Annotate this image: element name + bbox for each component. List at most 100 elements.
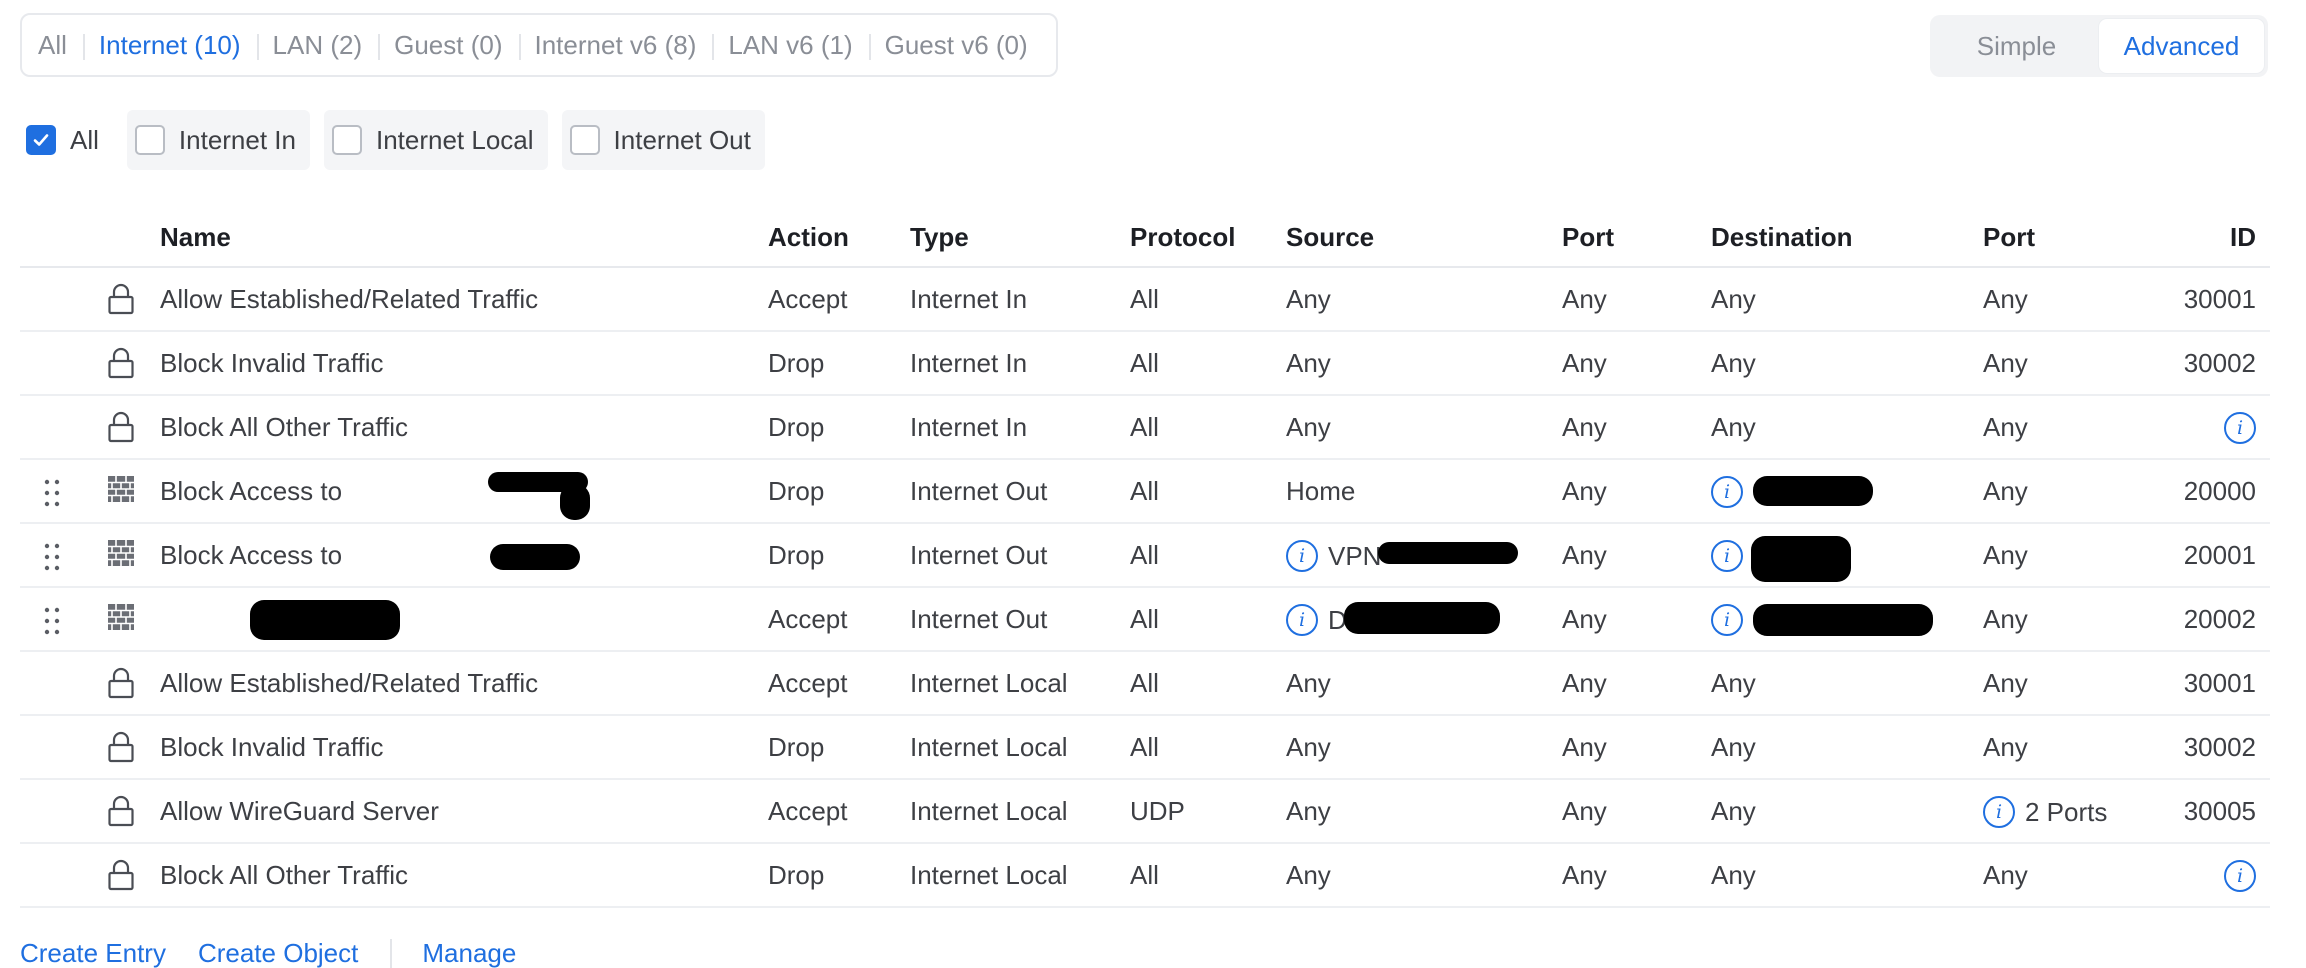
filter-internet-in[interactable]: Internet In: [126, 110, 310, 170]
rule-action: Drop: [768, 412, 825, 442]
info-icon[interactable]: i: [1711, 476, 1743, 508]
column-header-type[interactable]: Type: [910, 222, 969, 253]
table-row[interactable]: Block Access to Drop Internet Out All iV…: [20, 524, 2270, 588]
tab-lan-v6[interactable]: LAN v6 (1): [712, 30, 868, 61]
firewall-icon: [106, 474, 136, 504]
table-row[interactable]: Block Access to Drop Internet Out All Ho…: [20, 460, 2270, 524]
filter-all[interactable]: All: [20, 110, 113, 170]
info-icon[interactable]: i: [1711, 604, 1743, 636]
table-row[interactable]: Accept Internet Out All iD Any i Any 200…: [20, 588, 2270, 652]
drag-handle-icon[interactable]: [42, 606, 62, 636]
rule-name: Block All Other Traffic: [160, 860, 408, 891]
table-row[interactable]: Block Invalid Traffic Drop Internet In A…: [20, 332, 2270, 396]
rule-source-port: Any: [1562, 284, 1607, 314]
rule-destination: Any: [1711, 732, 1756, 763]
rule-destination: Any: [1711, 284, 1756, 315]
tab-internet-v6[interactable]: Internet v6 (8): [518, 30, 713, 61]
manage-link[interactable]: Manage: [422, 938, 516, 968]
info-icon[interactable]: i: [2224, 860, 2256, 892]
simple-mode-button[interactable]: Simple: [1934, 19, 2099, 73]
table-row[interactable]: Block All Other Traffic Drop Internet Lo…: [20, 844, 2270, 908]
drag-handle-icon[interactable]: [42, 478, 62, 508]
rule-destination: Any: [1711, 860, 1756, 891]
table-row[interactable]: Allow Established/Related Traffic Accept…: [20, 268, 2270, 332]
rule-source: i VPN-: [1286, 540, 1390, 572]
rule-id: 30001: [2184, 668, 2256, 699]
tab-all[interactable]: All: [38, 30, 83, 61]
rule-source-port: Any: [1562, 348, 1607, 378]
rule-id: i: [2214, 860, 2256, 892]
column-header-source-port[interactable]: Port: [1562, 222, 1614, 253]
table-row[interactable]: Allow Established/Related Traffic Accept…: [20, 652, 2270, 716]
column-header-action[interactable]: Action: [768, 222, 849, 253]
rule-source-text: Any: [1286, 284, 1331, 314]
rule-id-text: 20001: [2183, 540, 2256, 570]
rule-destination: Any: [1711, 412, 1756, 443]
view-mode-toggle: Simple Advanced: [1930, 15, 2268, 77]
rule-id-text: 20000: [2183, 476, 2256, 506]
rule-source-text: Home: [1286, 476, 1356, 506]
rule-id-text: 30002: [2183, 732, 2256, 762]
rule-destination-text: Any: [1711, 284, 1756, 314]
filter-internet-local[interactable]: Internet Local: [323, 110, 548, 170]
rule-source-port: Any: [1562, 604, 1607, 634]
rule-name-text: Block Invalid Traffic: [160, 732, 384, 762]
rule-protocol: UDP: [1130, 796, 1185, 826]
info-icon[interactable]: i: [1286, 604, 1318, 636]
info-icon[interactable]: i: [2224, 412, 2256, 444]
rule-source-text: Any: [1286, 668, 1331, 698]
rule-destination-port: Any: [1983, 348, 2028, 379]
filter-label: Internet In: [178, 124, 296, 155]
info-icon[interactable]: i: [1286, 540, 1318, 572]
rule-name: Block Access to: [160, 540, 342, 571]
rule-destination-text: Any: [1711, 412, 1756, 442]
advanced-mode-button[interactable]: Advanced: [2099, 19, 2264, 73]
filter-internet-out[interactable]: Internet Out: [561, 110, 765, 170]
rule-protocol: All: [1130, 668, 1159, 698]
checkbox-icon[interactable]: [569, 125, 600, 155]
drag-handle-icon[interactable]: [42, 542, 62, 572]
rule-name-text: Block Access to: [160, 476, 343, 506]
info-icon[interactable]: i: [1711, 540, 1743, 572]
tab-guest-v6[interactable]: Guest v6 (0): [868, 30, 1044, 61]
create-entry-link[interactable]: Create Entry: [20, 938, 166, 968]
column-header-protocol[interactable]: Protocol: [1130, 222, 1235, 253]
column-header-name[interactable]: Name: [160, 222, 231, 253]
rule-action: Accept: [768, 284, 848, 314]
rule-destination-port: i 2 Ports: [1983, 796, 2107, 828]
lock-icon: [106, 346, 136, 380]
rule-source-port: Any: [1562, 412, 1607, 442]
tab-guest[interactable]: Guest (0): [378, 30, 518, 61]
info-icon[interactable]: i: [1983, 796, 2015, 828]
rule-id-text: 30005: [2183, 796, 2256, 826]
checkbox-icon[interactable]: [331, 125, 362, 155]
rule-action: Accept: [768, 796, 848, 826]
rule-id: 30005: [2184, 796, 2256, 827]
rule-destination-port-text: Any: [1983, 668, 2028, 698]
table-row[interactable]: Block Invalid Traffic Drop Internet Loca…: [20, 716, 2270, 780]
tab-internet[interactable]: Internet (10): [82, 30, 257, 61]
rule-source-port: Any: [1562, 732, 1607, 762]
rule-protocol: All: [1130, 412, 1159, 442]
rule-destination: Any: [1711, 668, 1756, 699]
column-header-id[interactable]: ID: [2230, 222, 2256, 253]
column-header-destination-port[interactable]: Port: [1983, 222, 2035, 253]
create-object-link[interactable]: Create Object: [198, 938, 358, 968]
lock-icon: [106, 858, 136, 892]
rule-name-text: Block All Other Traffic: [160, 860, 409, 890]
table-row[interactable]: Block All Other Traffic Drop Internet In…: [20, 396, 2270, 460]
rule-source: Any: [1286, 284, 1331, 315]
rule-destination-port: Any: [1983, 732, 2028, 763]
checkbox-icon[interactable]: [134, 125, 165, 155]
column-header-destination[interactable]: Destination: [1711, 222, 1853, 253]
rule-name-text: Block Invalid Traffic: [160, 348, 384, 378]
table-row[interactable]: Allow WireGuard Server Accept Internet L…: [20, 780, 2270, 844]
firewall-rules-table: Name Action Type Protocol Source Port De…: [20, 204, 2270, 908]
checkbox-checked-icon[interactable]: [26, 125, 56, 155]
filter-label: All: [70, 124, 99, 155]
tab-lan[interactable]: LAN (2): [256, 30, 379, 61]
rule-action: Drop: [768, 476, 825, 506]
rule-action: Accept: [768, 604, 848, 634]
column-header-source[interactable]: Source: [1286, 222, 1374, 253]
lock-icon: [106, 794, 136, 828]
